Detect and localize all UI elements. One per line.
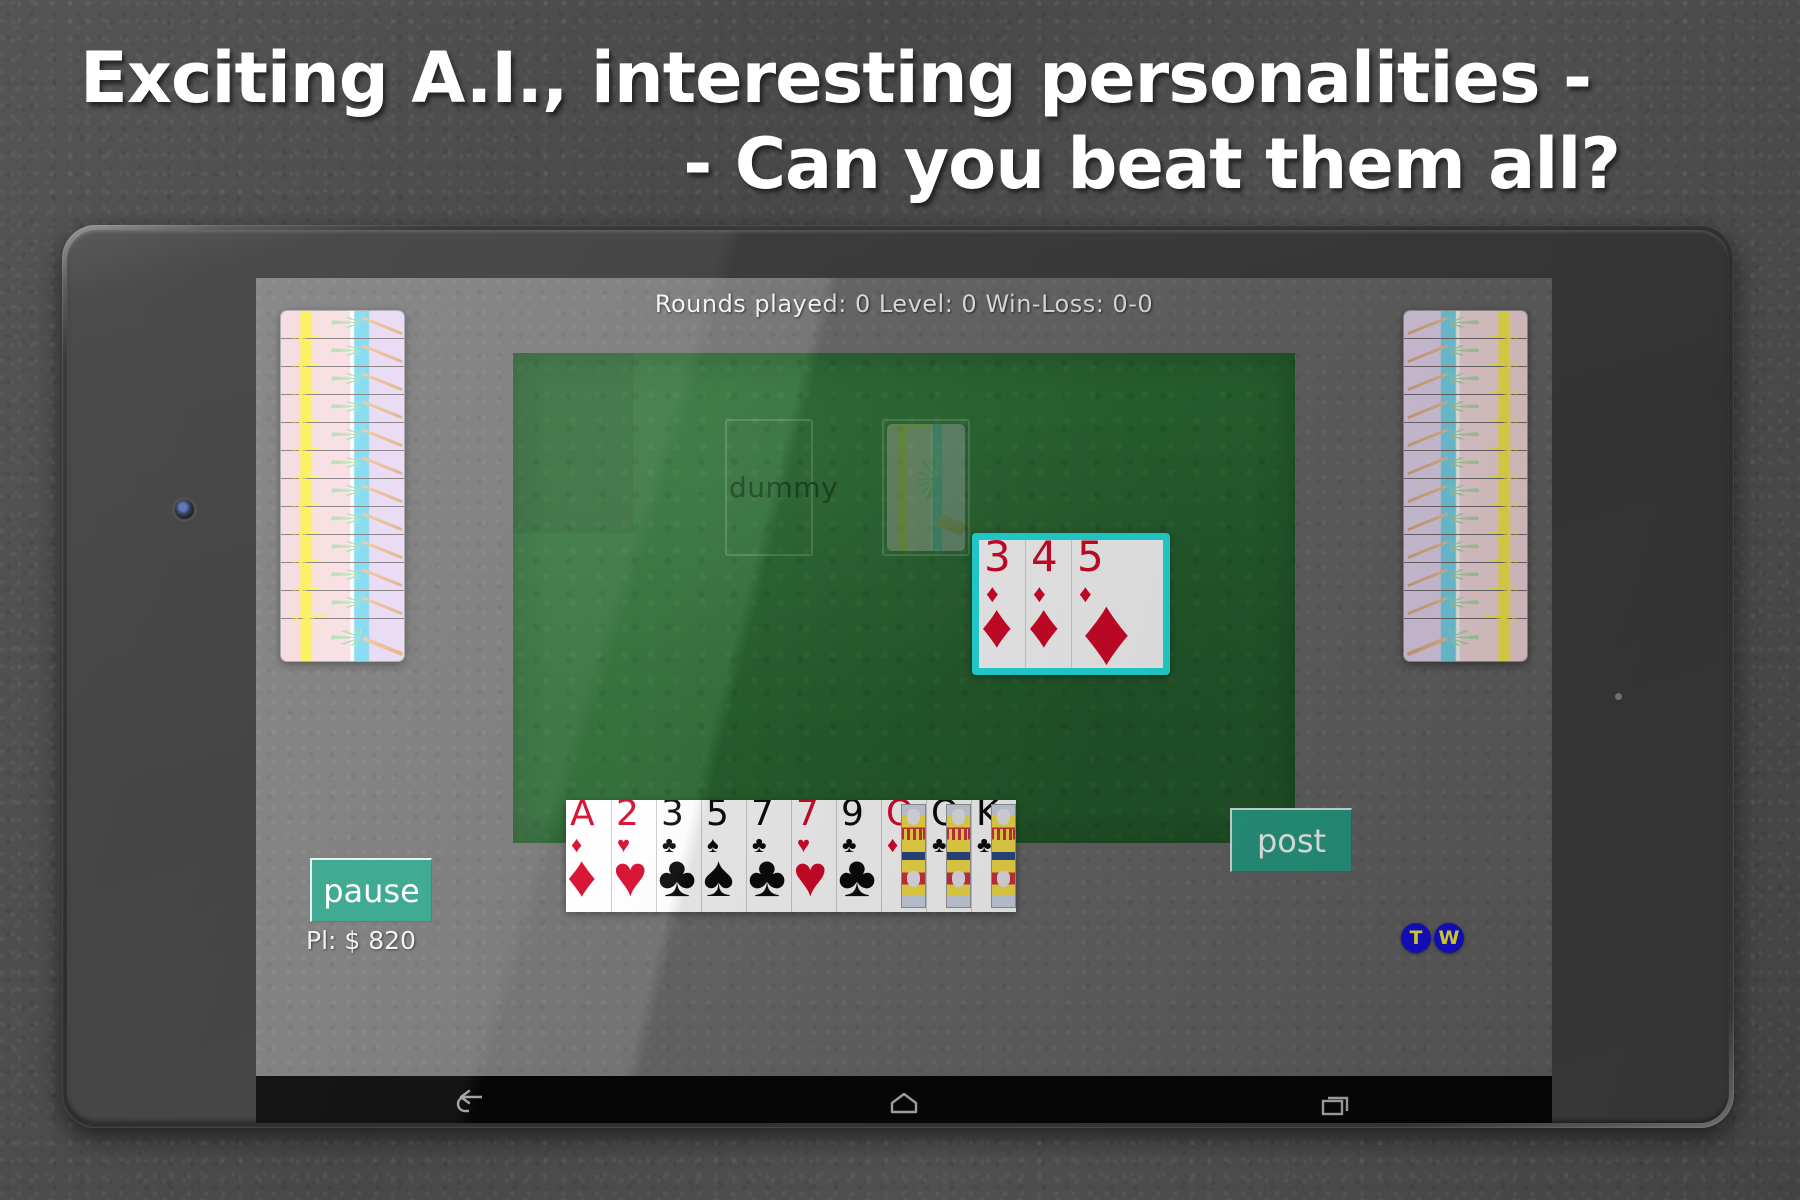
court-figure-icon: [946, 804, 971, 908]
card-suit-pip-small: ♣: [932, 832, 947, 857]
card-rank: 3: [661, 800, 684, 834]
card-rank: 5: [706, 800, 729, 834]
card-rank: 7: [751, 800, 774, 834]
opponent-hand-left: [280, 310, 405, 662]
hand-card-1[interactable]: 2 ♥ ♥: [611, 800, 656, 912]
headline-line-1: Exciting A.I., interesting personalities…: [80, 37, 1592, 119]
player-money-label: Pl: $ 820: [306, 926, 416, 955]
played-card-3[interactable]: 5 ♦ ♦: [1071, 540, 1163, 668]
card-suit-pip-small: ♦: [887, 832, 899, 857]
hand-card-4[interactable]: 7 ♣ ♣: [746, 800, 791, 912]
opponent-hand-right: [1403, 310, 1528, 662]
post-button[interactable]: post: [1230, 808, 1352, 872]
card-rank: 3: [984, 540, 1011, 581]
card-suit-pip-large: ♣: [838, 844, 877, 909]
pause-button[interactable]: pause: [310, 858, 432, 922]
nav-home-icon[interactable]: [884, 1088, 924, 1122]
hand-card-7[interactable]: Q ♦: [881, 800, 926, 912]
headline-line-2: - Can you beat them all?: [683, 123, 1621, 205]
card-rank: 7: [796, 800, 819, 834]
hand-card-9[interactable]: K ♣: [971, 800, 1016, 912]
card-rank: 9: [841, 800, 864, 834]
card-rank: 5: [1077, 540, 1104, 581]
nav-recents-icon[interactable]: [1316, 1088, 1356, 1122]
hand-card-3[interactable]: 5 ♠ ♠: [701, 800, 746, 912]
card-suit-pip-large: ♦: [1028, 592, 1060, 661]
hand-card-8[interactable]: Q ♣: [926, 800, 971, 912]
developer-badges[interactable]: T W: [1401, 923, 1464, 953]
front-camera-icon: [175, 500, 194, 519]
card-suit-pip-large: ♦: [981, 592, 1013, 661]
badge-t-icon[interactable]: T: [1401, 923, 1431, 953]
court-figure-icon: [901, 804, 926, 908]
tablet-device-frame: Rounds played: 0 Level: 0 Win-Loss: 0-0: [62, 225, 1734, 1128]
hand-card-0[interactable]: A ♦ ♦: [566, 800, 611, 912]
played-card-1[interactable]: 3 ♦ ♦: [979, 540, 1025, 668]
felt-shadow: [513, 353, 633, 533]
player-hand[interactable]: A ♦ ♦ 2 ♥ ♥ 3 ♣ ♣ 5 ♠ ♠ 7 ♣ ♣ 7 ♥ ♥ 9 ♣ …: [566, 800, 1016, 912]
card-rank: 4: [1031, 540, 1058, 581]
card-suit-pip-large: ♣: [658, 844, 697, 909]
card-suit-pip-large: ♣: [748, 844, 787, 909]
game-screen: Rounds played: 0 Level: 0 Win-Loss: 0-0: [256, 278, 1552, 1076]
card-suit-pip-large: ♦: [1082, 578, 1131, 669]
card-suit-pip-large: ♦: [567, 844, 597, 909]
badge-w-icon[interactable]: W: [1434, 923, 1464, 953]
card-rank: 2: [616, 800, 639, 834]
hand-card-2[interactable]: 3 ♣ ♣: [656, 800, 701, 912]
sensor-dot-icon: [1615, 693, 1622, 700]
played-card-2[interactable]: 4 ♦ ♦: [1025, 540, 1071, 668]
status-bar-text: Rounds played: 0 Level: 0 Win-Loss: 0-0: [654, 290, 1154, 318]
promo-headline: Exciting A.I., interesting personalities…: [0, 38, 1800, 204]
played-card-group[interactable]: 3 ♦ ♦ 4 ♦ ♦ 5 ♦ ♦: [972, 533, 1170, 675]
dummy-slot-label: dummy: [729, 471, 839, 504]
card-suit-pip-large: ♥: [613, 844, 648, 909]
card-suit-pip-small: ♣: [977, 832, 992, 857]
card-suit-pip-large: ♥: [793, 844, 828, 909]
hand-card-5[interactable]: 7 ♥ ♥: [791, 800, 836, 912]
card-suit-pip-large: ♠: [703, 844, 734, 909]
court-figure-icon: [991, 804, 1016, 908]
hand-card-6[interactable]: 9 ♣ ♣: [836, 800, 881, 912]
nav-back-icon[interactable]: [452, 1088, 492, 1122]
card-rank: A: [570, 800, 595, 834]
tablet-bezel: Rounds played: 0 Level: 0 Win-Loss: 0-0: [67, 230, 1729, 1123]
android-navigation-bar: [256, 1076, 1552, 1123]
deck-card-back[interactable]: [887, 424, 965, 551]
card-table-felt: dummy 3 ♦ ♦ 4 ♦ ♦ 5 ♦ ♦ post: [513, 353, 1352, 872]
